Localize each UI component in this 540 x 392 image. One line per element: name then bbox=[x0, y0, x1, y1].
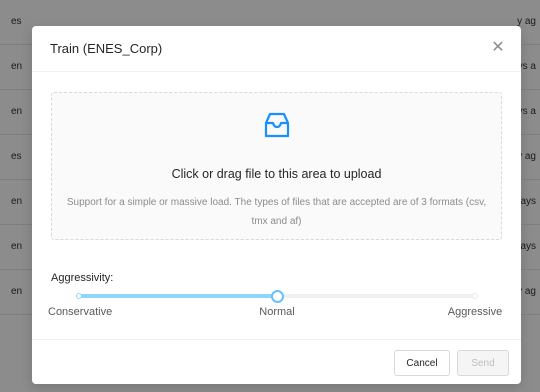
upload-dropzone[interactable]: Click or drag file to this area to uploa… bbox=[51, 92, 502, 240]
slider-mark-normal[interactable]: Normal bbox=[259, 306, 294, 318]
modal-title: Train (ENES_Corp) bbox=[50, 41, 163, 56]
upload-text: Click or drag file to this area to uploa… bbox=[171, 167, 382, 181]
close-icon: ✕ bbox=[491, 39, 505, 56]
train-modal: Train (ENES_Corp) ✕ Click or drag file t… bbox=[32, 26, 521, 384]
inbox-icon bbox=[264, 112, 290, 138]
slider-dot-aggressive[interactable] bbox=[472, 293, 478, 299]
send-button[interactable]: Send bbox=[457, 350, 509, 376]
slider-mark-conservative[interactable]: Conservative bbox=[48, 306, 112, 318]
aggressivity-label: Aggressivity: bbox=[51, 272, 114, 284]
aggressivity-slider[interactable]: Conservative Normal Aggressive bbox=[48, 288, 502, 318]
modal-footer: Cancel Send bbox=[32, 339, 521, 384]
modal-header: Train (ENES_Corp) ✕ bbox=[32, 26, 521, 72]
cancel-button[interactable]: Cancel bbox=[394, 350, 450, 376]
slider-mark-aggressive[interactable]: Aggressive bbox=[448, 306, 502, 318]
upload-hint: Support for a simple or massive load. Th… bbox=[66, 197, 487, 227]
slider-dot-conservative[interactable] bbox=[76, 293, 82, 299]
close-button[interactable]: ✕ bbox=[489, 39, 507, 57]
slider-track bbox=[79, 294, 277, 298]
slider-handle[interactable] bbox=[270, 290, 284, 303]
